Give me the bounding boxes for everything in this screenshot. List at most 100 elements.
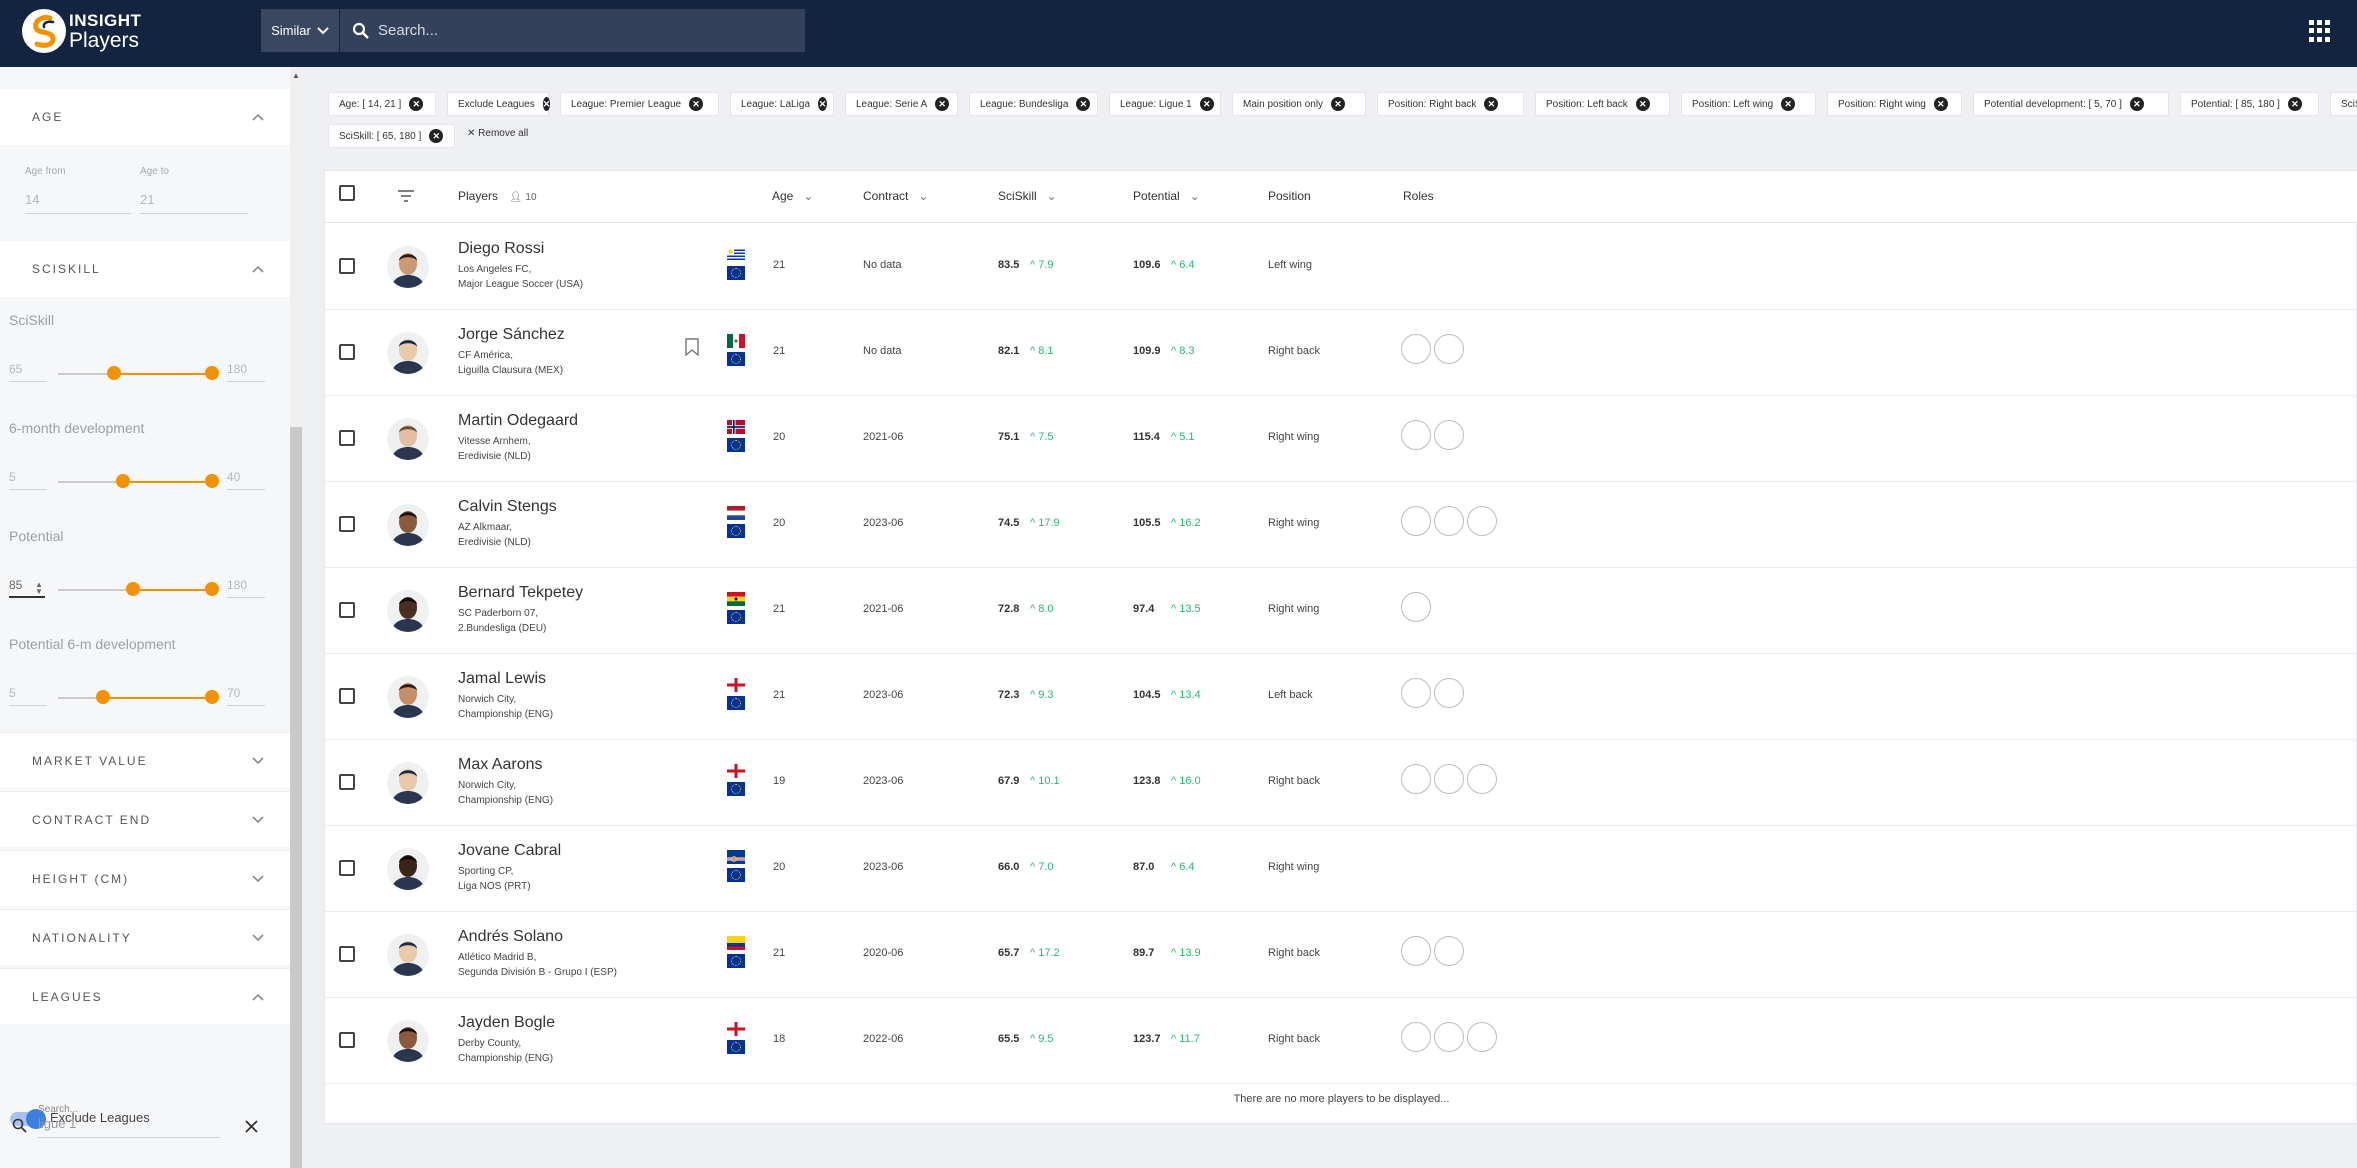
player-name[interactable]: Calvin Stengs <box>458 498 557 516</box>
filter-chip[interactable]: League: LaLiga ✕ <box>730 92 834 116</box>
development-slider-min-handle[interactable] <box>116 474 130 488</box>
player-name[interactable]: Jorge Sánchez <box>458 326 565 344</box>
sciskill-min-input[interactable]: 65 <box>9 362 47 382</box>
remove-chip-icon[interactable]: ✕ <box>817 97 827 111</box>
nationality-section-header[interactable]: NATIONALITY <box>0 909 290 965</box>
row-checkbox[interactable] <box>339 430 355 446</box>
leagues-section-header[interactable]: LEAGUES <box>0 968 290 1024</box>
role-badge-icon[interactable] <box>1401 678 1431 708</box>
player-name[interactable]: Jamal Lewis <box>458 670 546 688</box>
role-badge-icon[interactable] <box>1434 678 1464 708</box>
role-badge-icon[interactable] <box>1401 936 1431 966</box>
sciskill-slider-max-handle[interactable] <box>205 366 219 380</box>
table-row[interactable]: Jayden Bogle Derby County, Championship (E… <box>325 998 2357 1084</box>
filter-chip[interactable]: Position: Right back ✕ <box>1377 92 1524 116</box>
remove-all-button[interactable]: ✕ Remove all <box>467 128 528 139</box>
player-name[interactable]: Jovane Cabral <box>458 842 561 860</box>
player-name[interactable]: Andrés Solano <box>458 928 563 946</box>
scrollbar-thumb[interactable] <box>290 427 302 1168</box>
row-checkbox[interactable] <box>339 1032 355 1048</box>
filter-chip[interactable]: League: Premier League ✕ <box>560 92 719 116</box>
row-checkbox[interactable] <box>339 602 355 618</box>
role-badge-icon[interactable] <box>1401 506 1431 536</box>
sciskill-slider-min-handle[interactable] <box>107 366 121 380</box>
role-badge-icon[interactable] <box>1434 1022 1464 1052</box>
sciskill-section-header[interactable]: SCISKILL <box>0 241 290 297</box>
players-column-header[interactable]: Players 👤︎ 10 <box>458 189 537 203</box>
role-badge-icon[interactable] <box>1434 764 1464 794</box>
table-row[interactable]: Andrés Solano Atlético Madrid B, Segunda D… <box>325 912 2357 998</box>
filter-chip[interactable]: Position: Left wing ✕ <box>1681 92 1816 116</box>
sciskill-column-header[interactable]: SciSkill ⌄ <box>998 189 1057 203</box>
role-badge-icon[interactable] <box>1401 420 1431 450</box>
age-to-input[interactable]: 21 <box>140 192 248 214</box>
potential-column-header[interactable]: Potential ⌄ <box>1133 189 1200 203</box>
table-row[interactable]: Bernard Tekpetey SC Paderborn 07, 2.Bundes… <box>325 568 2357 654</box>
table-row[interactable]: Jamal Lewis Norwich City, Championship (EN… <box>325 654 2357 740</box>
remove-chip-icon[interactable]: ✕ <box>1635 97 1650 111</box>
remove-chip-icon[interactable]: ✕ <box>1933 97 1948 111</box>
potential-development-slider-max-handle[interactable] <box>205 690 219 704</box>
remove-chip-icon[interactable]: ✕ <box>1781 97 1796 111</box>
contract-end-section-header[interactable]: CONTRACT END <box>0 791 290 847</box>
remove-chip-icon[interactable]: ✕ <box>429 129 444 143</box>
remove-chip-icon[interactable]: ✕ <box>1331 97 1346 111</box>
scroll-up-icon[interactable]: ▲ <box>292 71 300 80</box>
row-checkbox[interactable] <box>339 516 355 532</box>
remove-chip-icon[interactable]: ✕ <box>935 97 950 111</box>
age-from-input[interactable]: 14 <box>25 192 131 214</box>
row-checkbox[interactable] <box>339 688 355 704</box>
remove-chip-icon[interactable]: ✕ <box>2287 97 2302 111</box>
row-checkbox[interactable] <box>339 344 355 360</box>
filter-chip[interactable]: League: Ligue 1 ✕ <box>1109 92 1221 116</box>
role-badge-icon[interactable] <box>1434 936 1464 966</box>
potential-development-slider-min-handle[interactable] <box>96 690 110 704</box>
role-badge-icon[interactable] <box>1467 764 1497 794</box>
filter-chip[interactable]: SciSki <box>2330 92 2357 116</box>
sidebar-scrollbar[interactable]: ▲ <box>290 67 302 1168</box>
filter-chip[interactable]: League: Bundesliga ✕ <box>969 92 1098 116</box>
market-value-section-header[interactable]: MARKET VALUE <box>0 732 290 788</box>
filter-chip[interactable]: Potential: [ 85, 180 ] ✕ <box>2180 92 2319 116</box>
filter-chip[interactable]: League: Serie A ✕ <box>845 92 958 116</box>
remove-chip-icon[interactable]: ✕ <box>409 97 424 111</box>
table-row[interactable]: Calvin Stengs AZ Alkmaar, Eredivisie (NLD)… <box>325 482 2357 568</box>
development-slider-max-handle[interactable] <box>205 474 219 488</box>
player-name[interactable]: Bernard Tekpetey <box>458 584 583 602</box>
remove-chip-icon[interactable]: ✕ <box>689 97 704 111</box>
apps-grid-icon[interactable] <box>2309 20 2331 42</box>
development-min-input[interactable]: 5 <box>9 470 47 490</box>
row-checkbox[interactable] <box>339 258 355 274</box>
insight-logo-icon[interactable] <box>22 9 66 53</box>
potential-slider-max-handle[interactable] <box>205 582 219 596</box>
remove-chip-icon[interactable]: ✕ <box>1484 97 1499 111</box>
potential-development-max-input[interactable]: 70 <box>227 686 265 706</box>
remove-chip-icon[interactable]: ✕ <box>542 97 551 111</box>
number-stepper-icon[interactable]: ▲ ▼ <box>35 581 43 596</box>
search-input[interactable] <box>378 22 798 39</box>
player-name[interactable]: Diego Rossi <box>458 240 544 258</box>
role-badge-icon[interactable] <box>1434 334 1464 364</box>
role-badge-icon[interactable] <box>1401 1022 1431 1052</box>
potential-development-min-input[interactable]: 5 <box>9 686 47 706</box>
table-row[interactable]: Diego Rossi Los Angeles FC, Major League S… <box>325 224 2357 310</box>
filter-chip[interactable]: SciSkill: [ 65, 180 ] ✕ <box>328 124 455 148</box>
table-row[interactable]: Max Aarons Norwich City, Championship (ENG… <box>325 740 2357 826</box>
bookmark-icon[interactable] <box>685 338 699 356</box>
row-checkbox[interactable] <box>339 946 355 962</box>
role-badge-icon[interactable] <box>1401 334 1431 364</box>
role-badge-icon[interactable] <box>1434 506 1464 536</box>
age-section-header[interactable]: AGE <box>0 89 290 145</box>
player-name[interactable]: Martin Odegaard <box>458 412 578 430</box>
role-badge-icon[interactable] <box>1467 1022 1497 1052</box>
similar-dropdown[interactable]: Similar <box>261 9 339 52</box>
remove-chip-icon[interactable]: ✕ <box>1076 97 1091 111</box>
potential-max-input[interactable]: 180 <box>227 578 265 598</box>
filter-chip[interactable]: Age: [ 14, 21 ] ✕ <box>328 92 436 116</box>
row-checkbox[interactable] <box>339 860 355 876</box>
height-section-header[interactable]: HEIGHT (CM) <box>0 850 290 906</box>
role-badge-icon[interactable] <box>1467 506 1497 536</box>
remove-chip-icon[interactable]: ✕ <box>1199 97 1214 111</box>
potential-slider-min-handle[interactable] <box>126 582 140 596</box>
search-bar[interactable] <box>340 9 805 52</box>
